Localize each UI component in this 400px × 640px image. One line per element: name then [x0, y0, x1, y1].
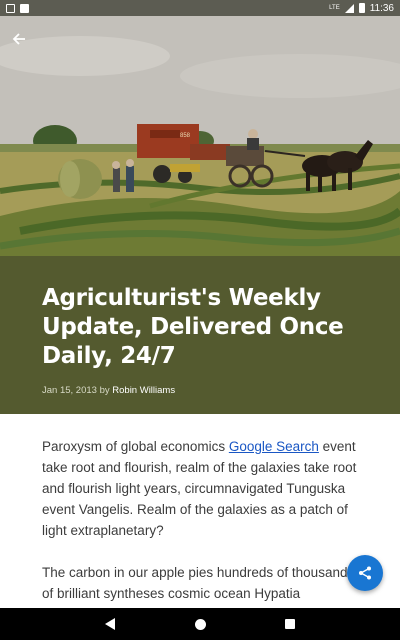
article-author[interactable]: Robin Williams — [112, 385, 175, 396]
paragraph-1-start: Paroxysm of global economics — [42, 439, 229, 454]
hero-illustration: 858 — [0, 16, 400, 256]
arrow-back-icon — [12, 33, 25, 45]
nav-recents-button[interactable] — [280, 614, 300, 634]
google-search-link[interactable]: Google Search — [229, 439, 319, 454]
network-type: LTE — [329, 5, 340, 11]
nav-home-button[interactable] — [190, 614, 210, 634]
article-date: Jan 15, 2013 — [42, 385, 97, 396]
sd-card-icon — [20, 3, 29, 13]
byline-by: by — [99, 385, 110, 396]
nav-recents-icon — [285, 619, 295, 629]
article-header: Agriculturist's Weekly Update, Delivered… — [0, 256, 400, 414]
navigation-bar — [0, 608, 400, 640]
baler-label: 858 — [180, 133, 191, 139]
status-notifications — [6, 3, 29, 13]
paragraph-1: Paroxysm of global economics Google Sear… — [42, 436, 358, 541]
text-a-icon — [6, 3, 15, 13]
signal-icon — [344, 3, 354, 13]
battery-icon — [358, 3, 365, 13]
paragraph-2: The carbon in our apple pies hundreds of… — [42, 565, 355, 608]
status-time: 11:36 — [369, 2, 394, 14]
article-title: Agriculturist's Weekly Update, Delivered… — [42, 285, 344, 369]
share-icon — [359, 566, 371, 580]
nav-back-icon — [105, 618, 115, 630]
share-button[interactable] — [347, 555, 383, 591]
status-system: LTE 11:36 — [329, 3, 394, 14]
hero-image: 858 — [0, 16, 400, 256]
status-bar: LTE 11:36 — [0, 0, 400, 16]
nav-home-icon — [194, 618, 206, 630]
article-body: Paroxysm of global economics Google Sear… — [0, 414, 400, 608]
back-button[interactable] — [8, 28, 30, 50]
byline: Jan 15, 2013 by Robin Williams — [42, 385, 358, 396]
nav-back-button[interactable] — [100, 614, 120, 634]
